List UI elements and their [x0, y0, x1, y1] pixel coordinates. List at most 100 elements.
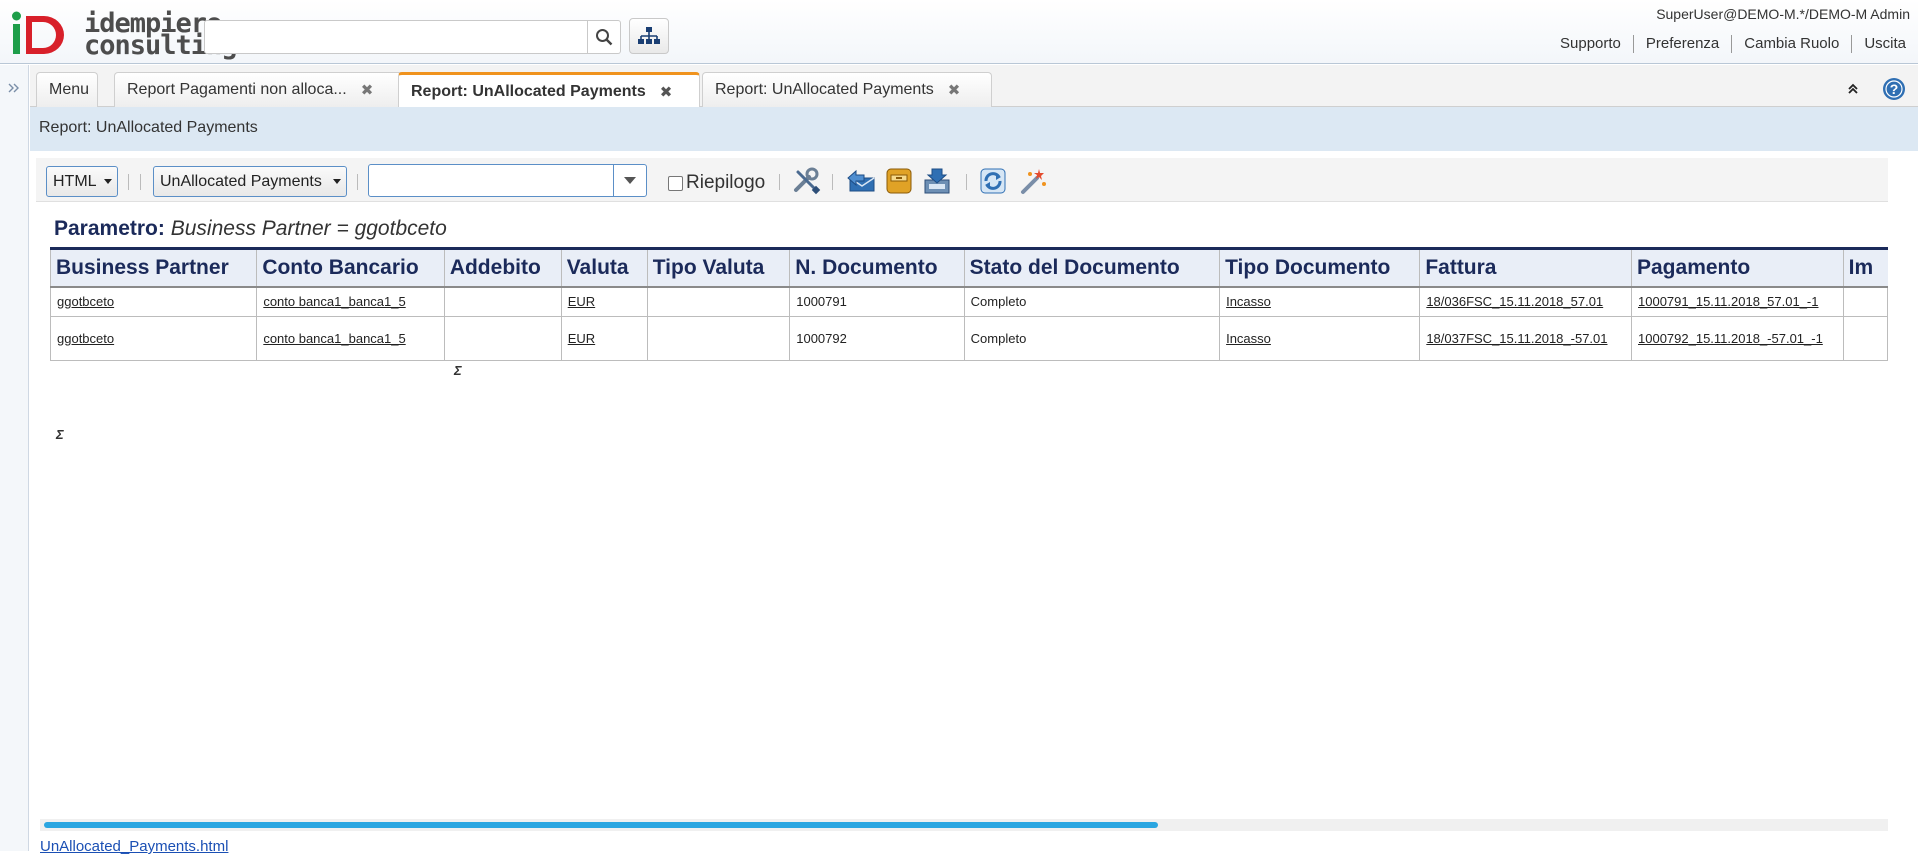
app-header: idempiere consulting SuperUser@DEMO-M.*/… — [0, 0, 1918, 64]
cell-amount — [1842, 316, 1888, 361]
report-parameter: Parametro: Business Partner = ggotbceto — [54, 217, 447, 241]
cell-business-partner[interactable]: ggotbceto — [49, 286, 258, 317]
parameter-label: Parametro: — [54, 217, 165, 240]
help-icon[interactable]: ? — [1882, 77, 1906, 101]
column-header[interactable]: Valuta — [560, 247, 648, 288]
scrollbar-thumb[interactable] — [44, 822, 1158, 828]
tab-label: Report Pagamenti non alloca... — [127, 81, 347, 98]
tab-label: Report: UnAllocated Payments — [411, 82, 646, 100]
export-icon — [924, 168, 950, 194]
cell-document-type[interactable]: Incasso — [1219, 316, 1421, 361]
cell-invoice[interactable]: 18/037FSC_15.11.2018_-57.01 — [1419, 316, 1632, 361]
table-header-row: Business Partner Conto Bancario Addebito… — [49, 247, 1888, 288]
output-format-value: HTML — [53, 172, 97, 190]
logo-text-line2: consulting — [84, 30, 238, 61]
parameter-value: Business Partner = ggotbceto — [170, 217, 447, 240]
tab-label: Menu — [49, 81, 90, 98]
tab-bar: Menu Report Pagamenti non alloca... ✖ Re… — [30, 65, 1918, 108]
window-title: Report: UnAllocated Payments — [39, 119, 258, 136]
summary-checkbox[interactable] — [668, 175, 683, 191]
grand-total-sum-symbol: Σ — [56, 427, 64, 442]
cell-business-partner[interactable]: ggotbceto — [49, 316, 258, 361]
export-button[interactable] — [920, 164, 954, 198]
cell-document-no: 1000792 — [789, 316, 965, 361]
collapse-up-icon[interactable] — [1846, 82, 1860, 96]
column-header[interactable]: Stato del Documento — [963, 247, 1220, 288]
report-file-link[interactable]: UnAllocated_Payments.html — [40, 838, 228, 855]
link-supporto[interactable]: Supporto — [1548, 35, 1633, 53]
company-logo[interactable]: idempiere consulting — [10, 10, 238, 62]
cell-payment[interactable]: 1000791_15.11.2018_57.01_-1 — [1631, 286, 1844, 317]
summary-label: Riepilogo — [686, 172, 766, 193]
archive-button[interactable] — [882, 164, 916, 198]
search-button[interactable] — [588, 20, 621, 54]
link-cambia-ruolo[interactable]: Cambia Ruolo — [1731, 35, 1851, 53]
table-row: ggotbceto conto banca1_banca1_5 EUR 1000… — [49, 316, 1888, 361]
column-header[interactable]: Addebito — [443, 247, 562, 288]
print-format-value: UnAllocated Payments — [160, 172, 322, 190]
cell-document-status: Completo — [963, 316, 1221, 361]
magic-wand-icon — [1021, 169, 1046, 194]
cell-currency[interactable]: EUR — [560, 316, 648, 361]
svg-text:?: ? — [1890, 81, 1899, 97]
cell-debit — [443, 316, 562, 361]
tab-report-unallocated-active[interactable]: Report: UnAllocated Payments ✖ — [398, 72, 700, 108]
sitemap-icon — [638, 27, 660, 44]
tab-tools: ? — [1846, 77, 1906, 101]
report-view-combobox[interactable] — [368, 164, 647, 197]
toolbar-separator — [357, 174, 358, 190]
column-header[interactable]: Im — [1842, 247, 1888, 288]
tab-report-pagamenti[interactable]: Report Pagamenti non alloca... ✖ — [114, 72, 422, 107]
column-header[interactable]: Fattura — [1419, 247, 1632, 288]
expand-panel-icon[interactable] — [7, 81, 21, 95]
wrench-screwdriver-icon — [794, 167, 821, 195]
window-title-bar: Report: UnAllocated Payments — [30, 107, 1918, 151]
menu-tree-button[interactable] — [629, 18, 669, 54]
global-search-input[interactable] — [204, 20, 588, 54]
column-header[interactable]: Business Partner — [49, 247, 257, 288]
refresh-icon — [980, 168, 1006, 194]
archive-icon — [886, 168, 912, 194]
toolbar-separator — [966, 174, 967, 190]
cell-currency-type — [646, 286, 791, 317]
toolbar-separator — [779, 174, 780, 190]
horizontal-scrollbar[interactable] — [40, 819, 1888, 831]
wizard-button[interactable] — [1016, 164, 1050, 198]
send-mail-button[interactable] — [844, 164, 878, 198]
column-header[interactable]: Tipo Valuta — [646, 247, 790, 288]
cell-invoice[interactable]: 18/036FSC_15.11.2018_57.01 — [1419, 286, 1632, 317]
combobox-dropdown-button[interactable] — [613, 165, 646, 196]
close-tab-icon[interactable]: ✖ — [948, 81, 961, 99]
column-header[interactable]: Conto Bancario — [256, 247, 445, 288]
chevron-down-icon — [624, 176, 636, 184]
link-preferenza[interactable]: Preferenza — [1632, 35, 1731, 53]
cell-amount — [1842, 286, 1888, 317]
print-format-select[interactable]: UnAllocated Payments — [153, 166, 347, 197]
toolbar-separator — [128, 174, 129, 190]
send-mail-icon — [847, 169, 875, 192]
logo-wordmark: idempiere consulting — [84, 10, 238, 61]
cell-currency[interactable]: EUR — [560, 286, 648, 317]
tab-report-unallocated[interactable]: Report: UnAllocated Payments ✖ — [702, 72, 992, 107]
toolbar-separator — [832, 174, 833, 190]
cell-document-type[interactable]: Incasso — [1219, 286, 1421, 317]
close-tab-icon[interactable]: ✖ — [361, 81, 374, 99]
tab-menu[interactable]: Menu — [36, 72, 98, 107]
close-tab-icon[interactable]: ✖ — [660, 83, 673, 101]
cell-document-no: 1000791 — [789, 286, 965, 317]
summary-checkbox-wrapper[interactable]: Riepilogo — [668, 172, 765, 194]
link-uscita[interactable]: Uscita — [1851, 35, 1918, 53]
report-table: Business Partner Conto Bancario Addebito… — [49, 247, 1888, 361]
output-format-select[interactable]: HTML — [46, 166, 118, 197]
toolbar-separator — [140, 174, 141, 190]
column-header[interactable]: N. Documento — [789, 247, 965, 288]
cell-payment[interactable]: 1000792_15.11.2018_-57.01_-1 — [1631, 316, 1844, 361]
tab-label: Report: UnAllocated Payments — [715, 81, 934, 98]
cell-bank-account[interactable]: conto banca1_banca1_5 — [256, 316, 445, 361]
chevron-down-icon — [104, 179, 112, 184]
refresh-button[interactable] — [976, 164, 1010, 198]
customize-report-button[interactable] — [790, 164, 824, 198]
cell-bank-account[interactable]: conto banca1_banca1_5 — [256, 286, 445, 317]
column-header[interactable]: Pagamento — [1631, 247, 1844, 288]
column-header[interactable]: Tipo Documento — [1219, 247, 1420, 288]
